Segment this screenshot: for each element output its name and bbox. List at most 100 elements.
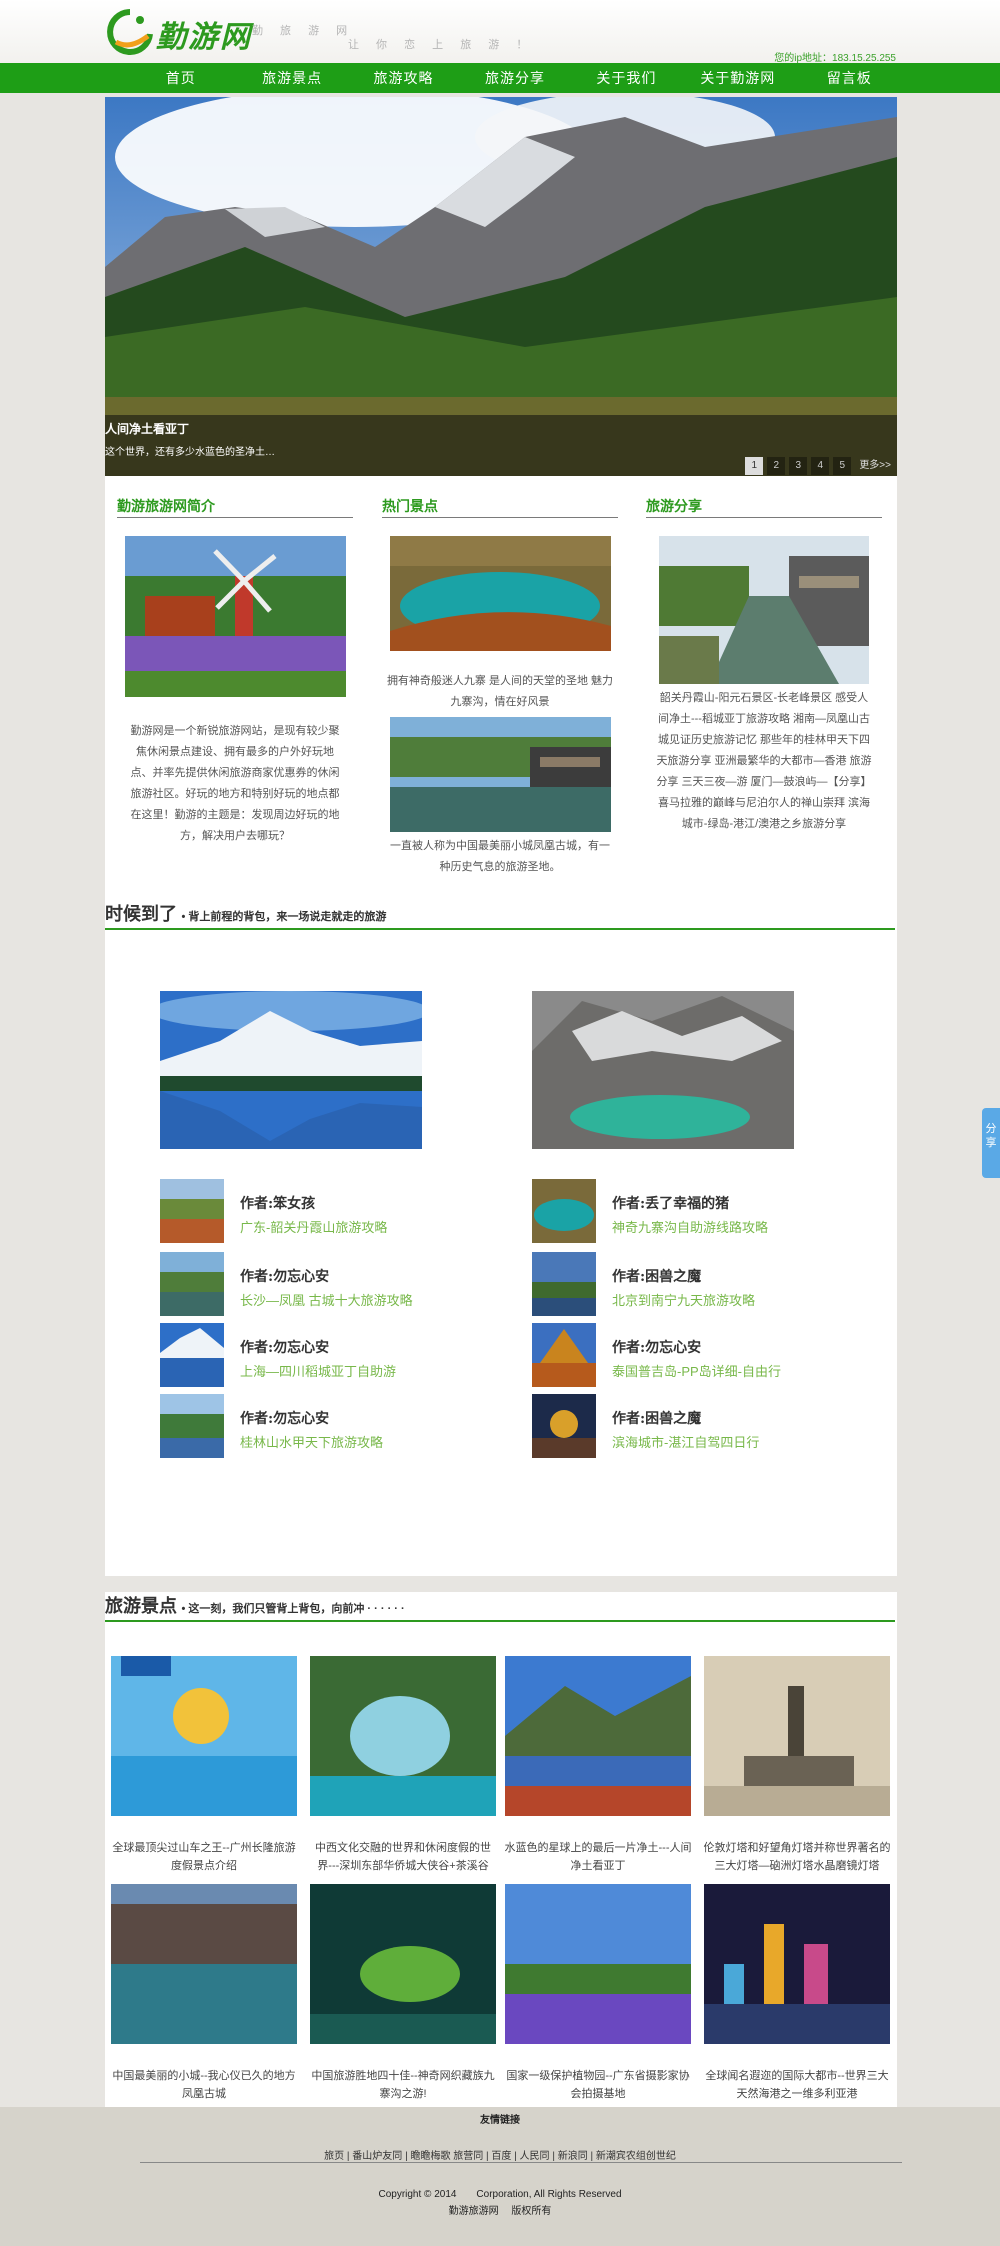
section-spots-header: 旅游景点 • 这一刻，我们只管背上背包，向前冲 · · · · · · <box>105 1592 895 1622</box>
spot-caption[interactable]: 中西文化交融的世界和休闲度假的世界---深圳东部华侨城大侠谷+茶溪谷 <box>308 1839 498 1875</box>
spot-card[interactable]: 中国最美丽的小城--我心仪已久的地方凤凰古城 <box>109 1884 299 2103</box>
windmill-image[interactable] <box>124 536 346 697</box>
author-item[interactable]: 作者:困兽之魔 滨海城市-湛江自驾四日行 <box>532 1394 862 1458</box>
nav-item-spots[interactable]: 旅游景点 <box>236 63 347 93</box>
banner-title[interactable]: 人间净土看亚丁 <box>105 420 189 437</box>
author-name[interactable]: 作者:困兽之魔 <box>612 1266 701 1286</box>
ip-address: 您的ip地址：183.15.25.255 <box>774 53 896 64</box>
nav-item-guestbook[interactable]: 留言板 <box>794 63 905 93</box>
spot-card[interactable]: 中国旅游胜地四十佳--神奇网织藏族九寨沟之游! <box>308 1884 498 2103</box>
section-spots-subtitle: • 这一刻，我们只管背上背包，向前冲 · · · · · · <box>181 1603 405 1615</box>
footer-divider <box>140 2162 902 2163</box>
hot-heading[interactable]: 热门景点 <box>382 496 618 518</box>
author-name[interactable]: 作者:笨女孩 <box>240 1193 315 1213</box>
author-name[interactable]: 作者:勿忘心安 <box>240 1266 329 1286</box>
share-column: 旅游分享 韶关丹霞山-阳元石景区-长老峰景区 感受人间净土---稻城亚丁旅游攻略… <box>646 496 882 835</box>
spot-caption[interactable]: 伦敦灯塔和好望角灯塔并称世界著名的三大灯塔—硇洲灯塔水晶磨镜灯塔 <box>702 1839 892 1875</box>
glacier-lake-image[interactable] <box>532 991 794 1149</box>
spot-caption[interactable]: 全球闻名遐迩的国际大都市--世界三大天然海港之一维多利亚港 <box>702 2067 892 2103</box>
author-article-link[interactable]: 上海—四川稻城亚丁自助游 <box>240 1361 396 1380</box>
intro-heading[interactable]: 勤游旅游网简介 <box>117 496 353 518</box>
nav-item-about-site[interactable]: 关于勤游网 <box>682 63 793 93</box>
author-name[interactable]: 作者:困兽之魔 <box>612 1408 701 1428</box>
site-footer: 友情链接 旅页 | 番山炉友同 | 瞻瞻梅歌 旅营同 | 百度 | 人民同 | … <box>0 2107 1000 2246</box>
author-name[interactable]: 作者:勿忘心安 <box>612 1337 701 1357</box>
share-tab-button[interactable]: 分享 <box>982 1108 1000 1178</box>
pager-dot-2[interactable]: 2 <box>767 457 786 475</box>
spot-card[interactable]: 国家一级保护植物园--广东省摄影家协会拍摄基地 <box>503 1884 693 2103</box>
nav-item-home[interactable]: 首页 <box>125 63 236 93</box>
hot-spots-column: 热门景点 拥有神奇般迷人九寨 是人间的天堂的圣地 魅力九寨沟，情在好风景 一直被… <box>382 496 618 878</box>
snow-mountain-lake-image[interactable] <box>160 991 422 1149</box>
nav-item-about-us[interactable]: 关于我们 <box>571 63 682 93</box>
author-thumb <box>532 1394 596 1458</box>
nav-item-share[interactable]: 旅游分享 <box>459 63 570 93</box>
pager-dot-4[interactable]: 4 <box>811 457 830 475</box>
author-item[interactable]: 作者:笨女孩 广东-韶关丹霞山旅游攻略 <box>160 1179 460 1243</box>
share-heading[interactable]: 旅游分享 <box>646 496 882 518</box>
spot-image <box>310 1656 496 1816</box>
main-nav: 首页 旅游景点 旅游攻略 旅游分享 关于我们 关于勤游网 留言板 <box>0 63 1000 93</box>
copyright-owner: 勤游旅游网 版权所有 <box>448 2206 552 2217</box>
author-thumb <box>160 1179 224 1243</box>
banner-more-link[interactable]: 更多>> <box>855 457 895 475</box>
author-article-link[interactable]: 桂林山水甲天下旅游攻略 <box>240 1432 383 1451</box>
site-logo[interactable]: 勤游网 <box>104 4 264 60</box>
author-item[interactable]: 作者:丢了幸福的猪 神奇九寨沟自助游线路攻略 <box>532 1179 862 1243</box>
spot-image <box>704 1656 890 1816</box>
spot-caption[interactable]: 水蓝色的星球上的最后一片净土---人间净土看亚丁 <box>503 1839 693 1875</box>
jiuzhai-lake-image[interactable] <box>389 536 611 651</box>
author-name[interactable]: 作者:丢了幸福的猪 <box>612 1193 729 1213</box>
copyright: Copyright © 2014 Corporation, All Rights… <box>378 2189 622 2200</box>
author-name[interactable]: 作者:勿忘心安 <box>240 1337 329 1357</box>
author-article-link[interactable]: 神奇九寨沟自助游线路攻略 <box>612 1217 768 1236</box>
spot-image <box>704 1884 890 2044</box>
spot-card[interactable]: 全球最顶尖过山车之王--广州长隆旅游度假景点介绍 <box>109 1656 299 1875</box>
spot-caption[interactable]: 中国最美丽的小城--我心仪已久的地方凤凰古城 <box>109 2067 299 2103</box>
spot-caption[interactable]: 国家一级保护植物园--广东省摄影家协会拍摄基地 <box>503 2067 693 2103</box>
author-thumb <box>160 1394 224 1458</box>
tagline-slogan: 让 你 恋 上 旅 游 ！ <box>348 39 535 51</box>
nav-item-guides[interactable]: 旅游攻略 <box>348 63 459 93</box>
spot-image <box>505 1884 691 2044</box>
spot-image <box>505 1656 691 1816</box>
spot-image <box>111 1656 297 1816</box>
author-article-link[interactable]: 广东-韶关丹霞山旅游攻略 <box>240 1217 387 1236</box>
site-header: 勤游网 勤 旅 游 网 让 你 恋 上 旅 游 ！ 您的ip地址：183.15.… <box>0 0 1000 64</box>
spot-caption[interactable]: 中国旅游胜地四十佳--神奇网织藏族九寨沟之游! <box>308 2067 498 2103</box>
friend-links-title: 友情链接 <box>480 2115 520 2126</box>
fenghuang-town-image[interactable] <box>389 717 611 832</box>
author-thumb <box>532 1252 596 1316</box>
author-item[interactable]: 作者:勿忘心安 上海—四川稻城亚丁自助游 <box>160 1323 460 1387</box>
spot-card[interactable]: 水蓝色的星球上的最后一片净土---人间净土看亚丁 <box>503 1656 693 1875</box>
section-time-subtitle: • 背上前程的背包，来一场说走就走的旅游 <box>181 911 387 923</box>
author-item[interactable]: 作者:勿忘心安 桂林山水甲天下旅游攻略 <box>160 1394 460 1458</box>
pager-dot-1[interactable]: 1 <box>745 457 764 475</box>
hot-text-1: 拥有神奇般迷人九寨 是人间的天堂的圣地 魅力九寨沟，情在好风景 <box>386 675 614 708</box>
author-article-link[interactable]: 长沙—凤凰 古城十大旅游攻略 <box>240 1290 413 1309</box>
friend-links[interactable]: 旅页 | 番山炉友同 | 瞻瞻梅歌 旅营同 | 百度 | 人民同 | 新浪同 |… <box>0 2147 1000 2162</box>
banner-slideshow[interactable]: 人间净土看亚丁 这个世界，还有多少水蓝色的圣净土… 1 2 3 4 5 更多>> <box>105 97 897 476</box>
pager-dot-3[interactable]: 3 <box>789 457 808 475</box>
author-article-link[interactable]: 滨海城市-湛江自驾四日行 <box>612 1432 759 1451</box>
hot-text-2: 一直被人称为中国最美丽小城凤凰古城，有一种历史气息的旅游圣地。 <box>390 840 610 873</box>
author-name[interactable]: 作者:勿忘心安 <box>240 1408 329 1428</box>
author-article-link[interactable]: 北京到南宁九天旅游攻略 <box>612 1290 755 1309</box>
section-time-title: 时候到了 <box>105 904 177 925</box>
spot-caption[interactable]: 全球最顶尖过山车之王--广州长隆旅游度假景点介绍 <box>109 1839 299 1875</box>
spot-image <box>310 1884 496 2044</box>
author-item[interactable]: 作者:困兽之魔 北京到南宁九天旅游攻略 <box>532 1252 862 1316</box>
water-town-image[interactable] <box>659 536 869 684</box>
section-time-header: 时候到了 • 背上前程的背包，来一场说走就走的旅游 <box>105 900 895 930</box>
spot-image <box>111 1884 297 2044</box>
spot-card[interactable]: 中西文化交融的世界和休闲度假的世界---深圳东部华侨城大侠谷+茶溪谷 <box>308 1656 498 1875</box>
pager-dot-5[interactable]: 5 <box>833 457 852 475</box>
banner-image <box>105 97 897 476</box>
author-item[interactable]: 作者:勿忘心安 长沙—凤凰 古城十大旅游攻略 <box>160 1252 460 1316</box>
spot-card[interactable]: 全球闻名遐迩的国际大都市--世界三大天然海港之一维多利亚港 <box>702 1884 892 2103</box>
author-article-link[interactable]: 泰国普吉岛-PP岛详细-自由行 <box>612 1361 781 1380</box>
section-spots-title: 旅游景点 <box>105 1596 177 1617</box>
author-item[interactable]: 作者:勿忘心安 泰国普吉岛-PP岛详细-自由行 <box>532 1323 862 1387</box>
spot-card[interactable]: 伦敦灯塔和好望角灯塔并称世界著名的三大灯塔—硇洲灯塔水晶磨镜灯塔 <box>702 1656 892 1875</box>
author-thumb <box>532 1323 596 1387</box>
